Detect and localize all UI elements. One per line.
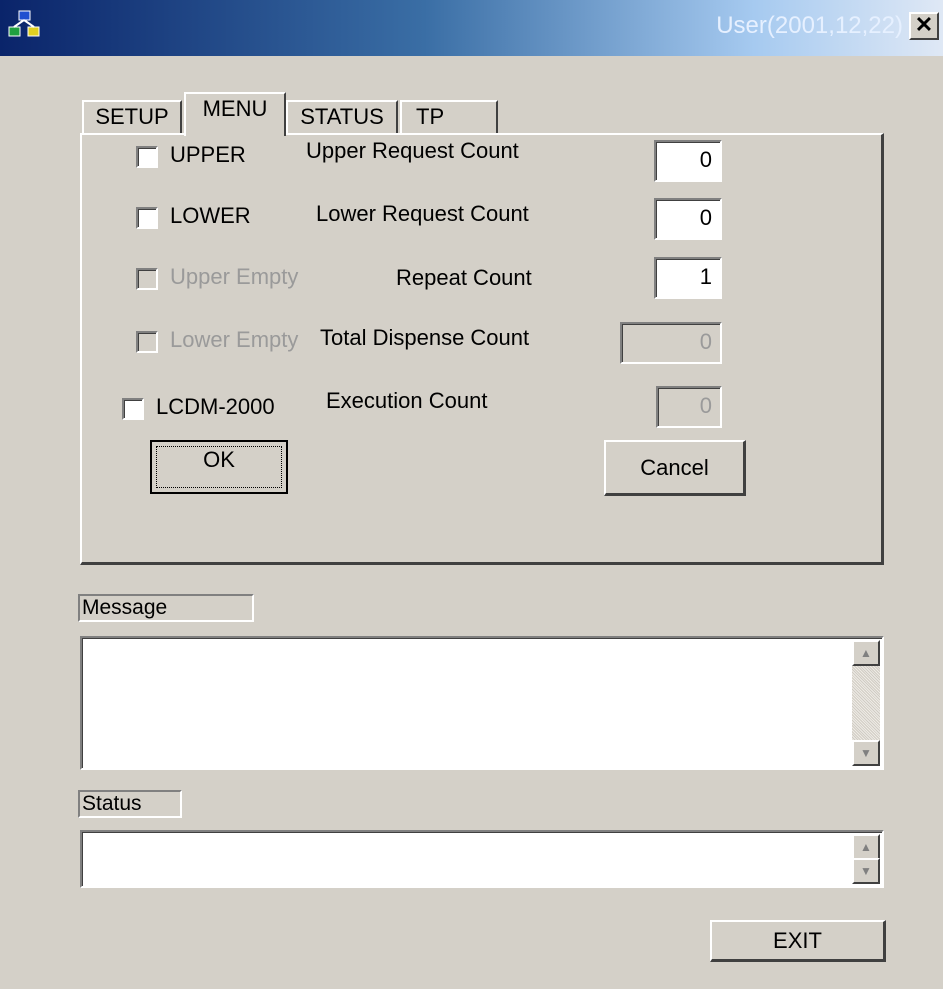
- tab-status-label: STATUS: [300, 104, 384, 129]
- tab-status[interactable]: STATUS: [286, 100, 398, 134]
- tab-setup-label: SETUP: [95, 104, 169, 129]
- message-scrollbar[interactable]: ▲ ▼: [852, 640, 880, 766]
- execution-count-input: 0: [656, 386, 722, 428]
- status-scroll-down-button[interactable]: ▼: [852, 858, 880, 884]
- tab-tp[interactable]: TP: [400, 100, 498, 134]
- lcdm-2000-checkbox-label[interactable]: LCDM-2000: [156, 394, 275, 420]
- close-icon[interactable]: ✕: [915, 12, 933, 37]
- status-scrollbar[interactable]: ▲ ▼: [852, 834, 880, 884]
- window-title: User(2001,12,22): [716, 12, 903, 39]
- lower-request-count-input[interactable]: 0: [654, 198, 722, 240]
- scroll-down-arrow-icon: ▼: [860, 864, 872, 878]
- upper-checkbox[interactable]: [136, 146, 158, 168]
- message-textarea[interactable]: ▲ ▼: [80, 636, 884, 770]
- message-label: Message: [78, 594, 254, 622]
- exit-button[interactable]: EXIT: [710, 920, 886, 962]
- total-dispense-count-input: 0: [620, 322, 722, 364]
- status-textarea[interactable]: ▲ ▼: [80, 830, 884, 888]
- scroll-down-arrow-icon: ▼: [860, 746, 872, 760]
- ok-button-label[interactable]: OK: [203, 447, 235, 472]
- scroll-up-arrow-icon: ▲: [860, 646, 872, 660]
- total-dispense-count-label: Total Dispense Count: [320, 325, 530, 350]
- app-network-icon[interactable]: [8, 10, 42, 42]
- tab-tp-label: TP: [416, 104, 445, 129]
- tab-menu[interactable]: MENU: [184, 92, 286, 136]
- lcdm-2000-checkbox[interactable]: [122, 398, 144, 420]
- lower-empty-checkbox-label: Lower Empty: [170, 327, 299, 352]
- scroll-up-arrow-icon: ▲: [860, 840, 872, 854]
- repeat-count-input[interactable]: 1: [654, 257, 722, 299]
- upper-empty-checkbox: [136, 268, 158, 290]
- upper-checkbox-label[interactable]: UPPER: [170, 142, 246, 168]
- upper-empty-checkbox-label: Upper Empty: [170, 264, 299, 289]
- lower-empty-checkbox: [136, 331, 158, 353]
- upper-request-count-input[interactable]: 0: [654, 140, 722, 182]
- message-scroll-down-button[interactable]: ▼: [852, 740, 880, 766]
- tab-menu-label: MENU: [202, 96, 268, 121]
- repeat-count-label: Repeat Count: [396, 265, 532, 290]
- message-scroll-up-button[interactable]: ▲: [852, 640, 880, 666]
- cancel-button-label[interactable]: Cancel: [640, 455, 708, 480]
- lower-request-count-label: Lower Request Count: [316, 201, 529, 226]
- close-button[interactable]: ✕: [909, 12, 939, 40]
- lower-checkbox-label[interactable]: LOWER: [170, 203, 251, 229]
- lower-checkbox[interactable]: [136, 207, 158, 229]
- execution-count-label: Execution Count: [326, 388, 488, 413]
- upper-request-count-label: Upper Request Count: [306, 138, 519, 163]
- ok-button[interactable]: OK: [150, 440, 288, 494]
- cancel-button[interactable]: Cancel: [604, 440, 746, 496]
- exit-button-label[interactable]: EXIT: [773, 928, 822, 953]
- status-scroll-up-button[interactable]: ▲: [852, 834, 880, 860]
- tab-setup[interactable]: SETUP: [82, 100, 182, 134]
- status-label: Status: [78, 790, 182, 818]
